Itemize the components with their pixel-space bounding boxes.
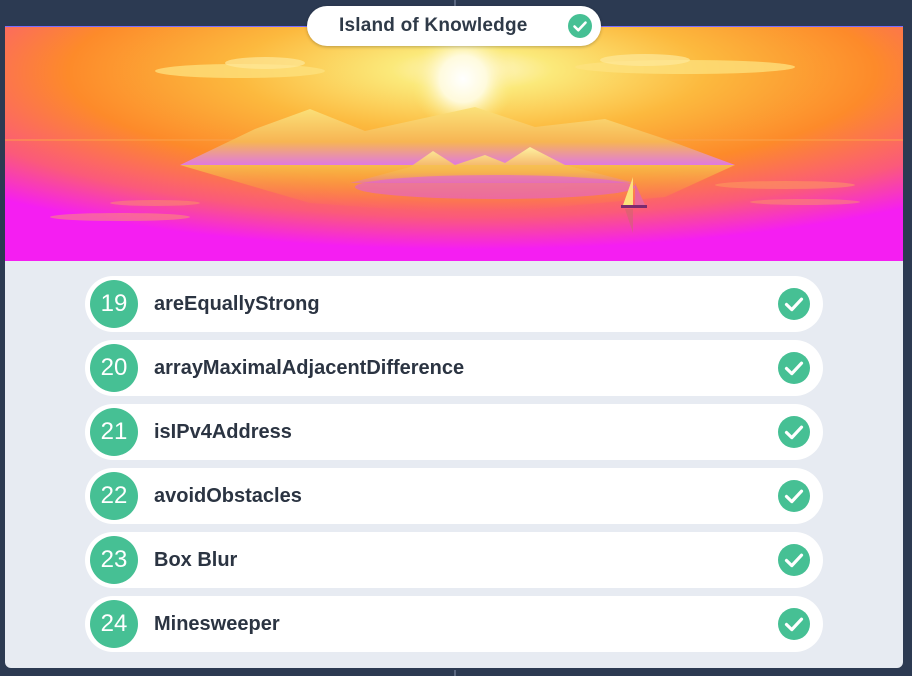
task-name: isIPv4Address xyxy=(154,421,292,443)
task-item[interactable]: 24 Minesweeper xyxy=(85,596,823,652)
task-number-badge: 19 xyxy=(90,280,138,328)
task-number-badge: 20 xyxy=(90,344,138,392)
check-circle-icon xyxy=(778,544,810,576)
task-item[interactable]: 20 arrayMaximalAdjacentDifference xyxy=(85,340,823,396)
check-circle-icon xyxy=(568,14,592,38)
island-title: Island of Knowledge xyxy=(339,15,528,36)
task-item[interactable]: 22 avoidObstacles xyxy=(85,468,823,524)
task-name: Box Blur xyxy=(154,549,238,571)
task-item[interactable]: 23 Box Blur xyxy=(85,532,823,588)
task-number-badge: 24 xyxy=(90,600,138,648)
check-circle-icon xyxy=(778,608,810,640)
task-number-badge: 22 xyxy=(90,472,138,520)
task-item[interactable]: 21 isIPv4Address xyxy=(85,404,823,460)
task-name: arrayMaximalAdjacentDifference xyxy=(154,357,465,379)
task-name: Minesweeper xyxy=(154,613,280,635)
check-circle-icon xyxy=(778,352,810,384)
check-circle-icon xyxy=(778,416,810,448)
check-circle-icon xyxy=(778,288,810,320)
task-name: areEquallyStrong xyxy=(154,293,320,315)
task-item[interactable]: 19 areEquallyStrong xyxy=(85,276,823,332)
island-card: 19 areEquallyStrong 20 arrayMaximalAdjac… xyxy=(5,26,903,668)
task-name: avoidObstacles xyxy=(154,485,302,507)
check-circle-icon xyxy=(778,480,810,512)
task-number-badge: 23 xyxy=(90,536,138,584)
island-banner-image xyxy=(5,26,903,261)
task-number-badge: 21 xyxy=(90,408,138,456)
island-title-pill[interactable]: Island of Knowledge xyxy=(307,6,601,46)
